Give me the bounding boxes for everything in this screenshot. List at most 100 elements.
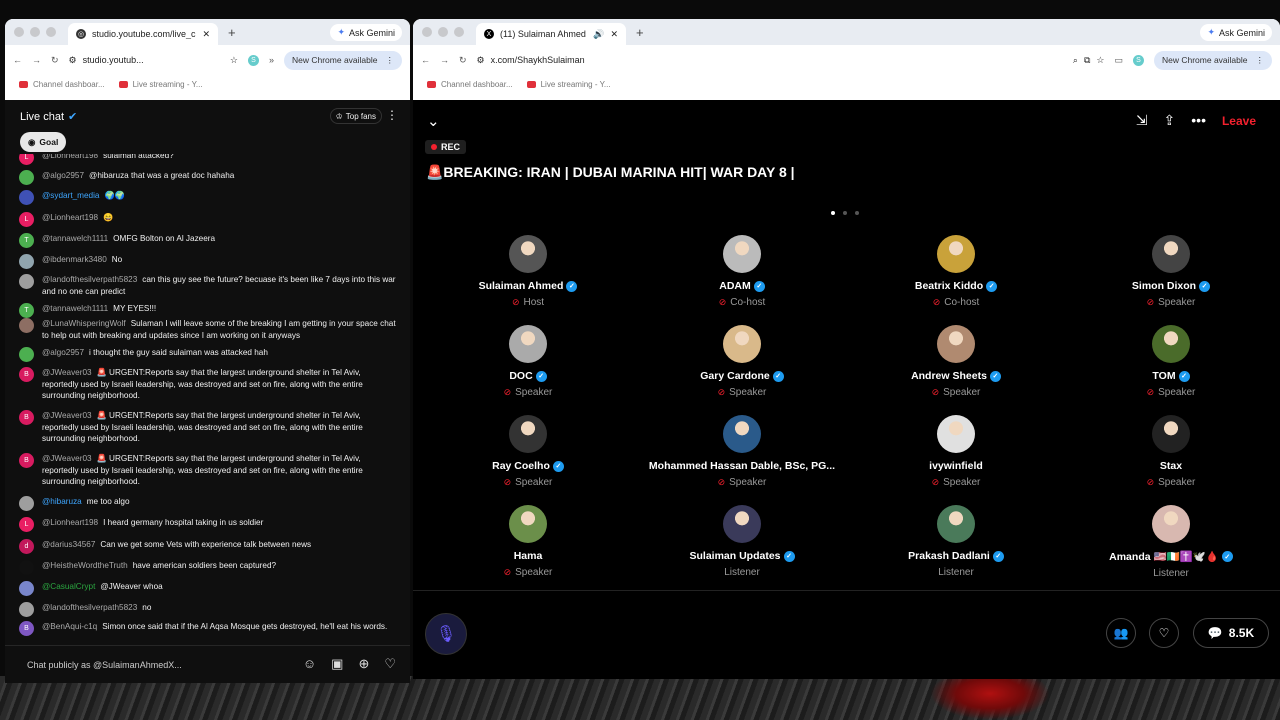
- chat-message[interactable]: L @Lionheart198 I heard germany hospital t…: [19, 517, 399, 532]
- chat-message[interactable]: @landofthesilverpath5823 no: [19, 602, 399, 617]
- chat-author[interactable]: @algo2957: [42, 348, 84, 357]
- participant-avatar[interactable]: [723, 505, 761, 543]
- ask-gemini-button[interactable]: ✦ Ask Gemini: [330, 24, 402, 41]
- chat-message[interactable]: @HeistheWordtheTruth have american soldie…: [19, 560, 399, 575]
- maximize-window-button[interactable]: [46, 27, 56, 37]
- chat-message[interactable]: T @tannawelch1111 MY EYES!!!: [19, 303, 399, 318]
- super-chat-icon[interactable]: ▣: [331, 656, 343, 672]
- bookmark-star-icon[interactable]: ☆: [1096, 55, 1104, 66]
- forward-arrow-icon[interactable]: →: [32, 55, 41, 65]
- participant[interactable]: Mohammed Hassan Dable, BSc, PG... ⊘ Speake…: [627, 415, 857, 488]
- chat-author[interactable]: @LunaWhisperingWolf: [42, 319, 126, 328]
- top-fans-button[interactable]: ♔ Top fans: [329, 108, 382, 124]
- chat-message[interactable]: d @darius34567 Can we get some Vets with e…: [19, 539, 399, 554]
- participant[interactable]: Stax ⊘ Speaker: [1056, 415, 1280, 488]
- avatar[interactable]: [19, 496, 34, 511]
- chat-author[interactable]: @landofthesilverpath5823: [42, 275, 137, 284]
- emoji-icon[interactable]: ☺: [303, 656, 316, 672]
- chat-author[interactable]: @algo2957: [42, 171, 84, 180]
- side-panel-icon[interactable]: ▭: [1114, 55, 1123, 66]
- participant-avatar[interactable]: [937, 505, 975, 543]
- avatar[interactable]: [19, 347, 34, 362]
- more-extensions-icon[interactable]: »: [269, 55, 274, 65]
- pip-icon[interactable]: ⇲: [1136, 112, 1148, 129]
- participant-avatar[interactable]: [723, 235, 761, 273]
- chat-author[interactable]: @HeistheWordtheTruth: [42, 561, 128, 570]
- chat-author[interactable]: @JWeaver03: [42, 454, 92, 463]
- chat-author[interactable]: @Lionheart198: [42, 213, 98, 222]
- chat-message[interactable]: T @tannawelch1111 OMFG Bolton on Al Jazeer…: [19, 233, 399, 248]
- close-tab-icon[interactable]: ✕: [202, 29, 210, 40]
- participant[interactable]: Ray Coelho ✓ ⊘ Speaker: [413, 415, 643, 488]
- chat-message[interactable]: @sydart_media 🌍🌍: [19, 190, 399, 205]
- tab-youtube-studio[interactable]: ◎ studio.youtube.com/live_cha ✕: [68, 23, 218, 45]
- new-chrome-available-button[interactable]: New Chrome available ⋮: [1153, 50, 1272, 70]
- bookmark-live-streaming[interactable]: Live streaming - Y...: [118, 80, 203, 89]
- participant-avatar[interactable]: [723, 325, 761, 363]
- participant-avatar[interactable]: [1152, 325, 1190, 363]
- profile-avatar[interactable]: S: [247, 54, 259, 66]
- page-dot[interactable]: [831, 211, 835, 215]
- avatar[interactable]: B: [19, 367, 34, 382]
- chat-message[interactable]: @hibaruza me too algo: [19, 496, 399, 511]
- tab-x-profile[interactable]: X (11) Sulaiman Ahmed (@S 🔊 ✕: [476, 23, 626, 45]
- chat-author[interactable]: @ibdenmark3480: [42, 255, 107, 264]
- chat-message[interactable]: @algo2957 @hibaruza that was a great doc …: [19, 170, 399, 185]
- chat-author[interactable]: @tannawelch1111: [42, 304, 108, 313]
- react-button[interactable]: ♡: [1149, 618, 1179, 648]
- chat-message[interactable]: B @JWeaver03 🚨 URGENT:Reports say that the…: [19, 453, 399, 488]
- participant[interactable]: Gary Cardone ✓ ⊘ Speaker: [627, 325, 857, 398]
- bookmark-live-streaming[interactable]: Live streaming - Y...: [526, 80, 611, 89]
- participant[interactable]: Beatrix Kiddo ✓ ⊘ Co-host: [841, 235, 1071, 308]
- avatar[interactable]: [19, 170, 34, 185]
- bookmark-star-icon[interactable]: ☆: [230, 55, 238, 66]
- participant[interactable]: Amanda 🇺🇸🇮🇪✝️🕊️🩸 ✓ Listener: [1056, 505, 1280, 579]
- address-bar[interactable]: ⚙ x.com/ShaykhSulaiman ⌕ ⧉ ☆: [477, 55, 1105, 66]
- heart-icon[interactable]: ♡: [384, 656, 396, 672]
- avatar[interactable]: [19, 602, 34, 617]
- minimize-window-button[interactable]: [438, 27, 448, 37]
- avatar[interactable]: [19, 254, 34, 269]
- avatar[interactable]: [19, 190, 34, 205]
- bookmark-channel-dashboard[interactable]: Channel dashboar...: [427, 80, 513, 89]
- replies-button[interactable]: 💬 8.5K: [1193, 618, 1269, 648]
- chat-message[interactable]: @ibdenmark3480 No: [19, 254, 399, 269]
- back-arrow-icon[interactable]: ←: [421, 55, 430, 65]
- chevron-down-icon[interactable]: ⌄: [427, 112, 440, 130]
- participant[interactable]: ivywinfield ⊘ Speaker: [841, 415, 1071, 488]
- microphone-button[interactable]: 🎙: [425, 613, 467, 655]
- participant[interactable]: Sulaiman Updates ✓ Listener: [627, 505, 857, 578]
- back-arrow-icon[interactable]: ←: [13, 55, 22, 65]
- participant-avatar[interactable]: [723, 415, 761, 453]
- chat-message[interactable]: L @Lionheart198 sulaiman attacked?: [19, 154, 399, 165]
- chat-author[interactable]: @JWeaver03: [42, 411, 92, 420]
- forward-arrow-icon[interactable]: →: [440, 55, 449, 65]
- participant-avatar[interactable]: [937, 325, 975, 363]
- chat-author[interactable]: @sydart_media: [42, 191, 99, 200]
- chat-message[interactable]: @CasualCrypt @JWeaver whoa: [19, 581, 399, 596]
- participant-avatar[interactable]: [937, 235, 975, 273]
- participant[interactable]: Hama ⊘ Speaker: [413, 505, 643, 578]
- chat-menu-icon[interactable]: ⋮: [386, 108, 398, 122]
- participant-avatar[interactable]: [509, 415, 547, 453]
- participant[interactable]: TOM ✓ ⊘ Speaker: [1056, 325, 1280, 398]
- chat-message[interactable]: B @BenAqui-c1q Simon once said that if the…: [19, 621, 399, 636]
- profile-avatar[interactable]: S: [1132, 54, 1144, 66]
- chat-message[interactable]: @algo2957 i thought the guy said sulaiman…: [19, 347, 399, 362]
- close-tab-icon[interactable]: ✕: [610, 29, 618, 40]
- avatar[interactable]: B: [19, 410, 34, 425]
- avatar[interactable]: [19, 274, 34, 289]
- address-bar[interactable]: ⚙ studio.youtub... ☆: [69, 55, 238, 66]
- maximize-window-button[interactable]: [454, 27, 464, 37]
- avatar[interactable]: d: [19, 539, 34, 554]
- chat-author[interactable]: @landofthesilverpath5823: [42, 603, 137, 612]
- kebab-menu-icon[interactable]: ⋮: [386, 55, 395, 66]
- more-icon[interactable]: •••: [1191, 112, 1206, 129]
- site-settings-icon[interactable]: ⚙: [69, 55, 77, 66]
- chat-author[interactable]: @Lionheart198: [42, 518, 98, 527]
- avatar[interactable]: [19, 560, 34, 575]
- speaker-icon[interactable]: 🔊: [593, 29, 604, 40]
- avatar[interactable]: [19, 318, 34, 333]
- site-settings-icon[interactable]: ⚙: [477, 55, 485, 66]
- participant[interactable]: DOC ✓ ⊘ Speaker: [413, 325, 643, 398]
